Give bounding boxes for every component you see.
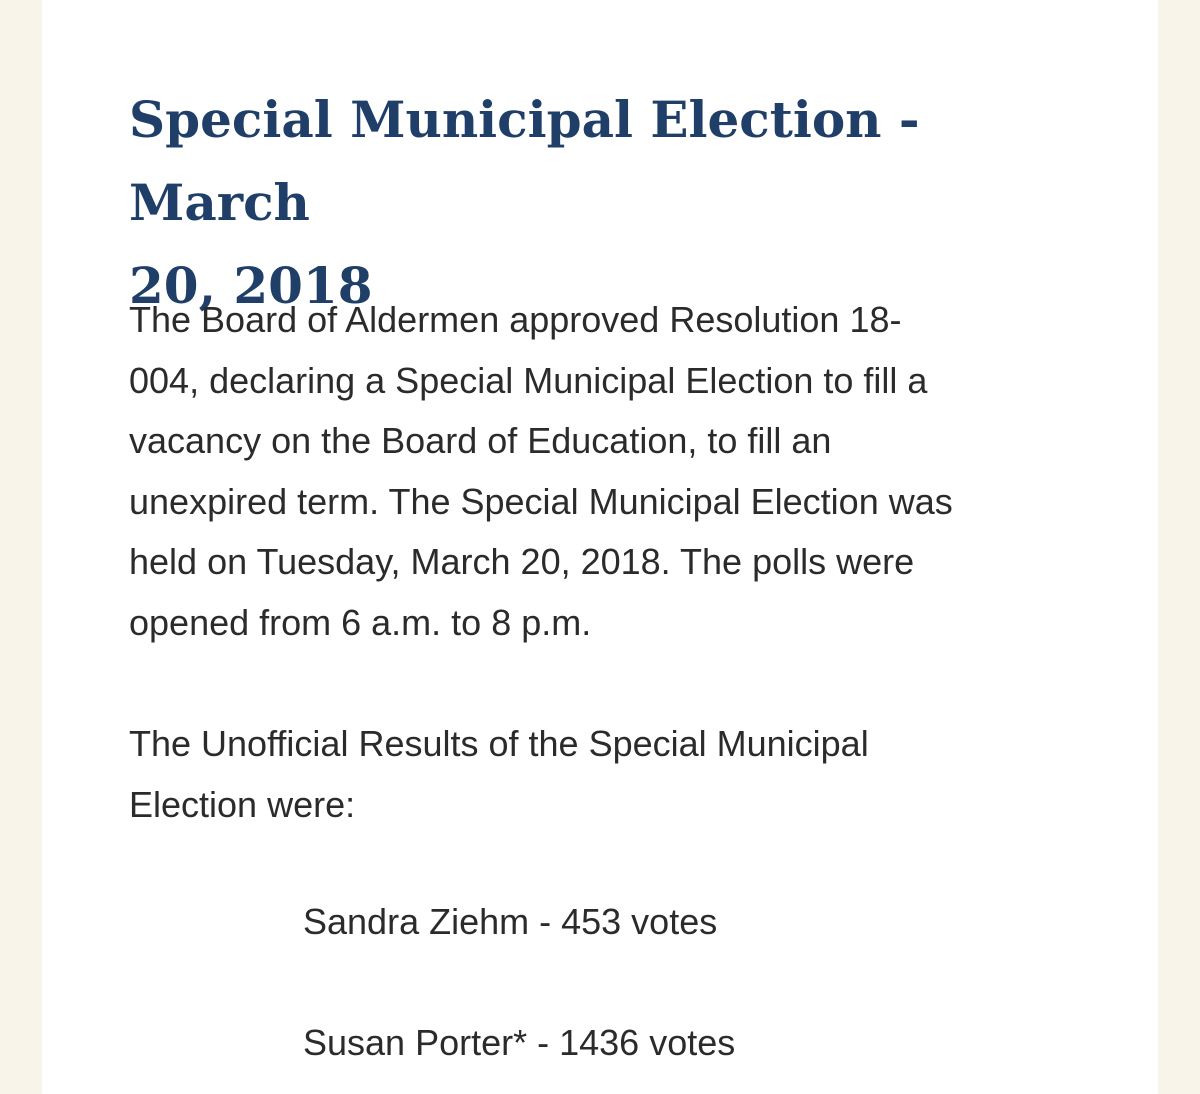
results-intro-paragraph: The Unofficial Results of the Special Mu… <box>129 723 869 825</box>
result-item: Sandra Ziehm - 453 votes <box>303 901 718 942</box>
intro-paragraph: The Board of Aldermen approved Resolutio… <box>129 299 953 643</box>
result-item: Susan Porter* - 1436 votes <box>303 1022 736 1063</box>
content-panel: Special Municipal Election - March 20, 2… <box>42 0 1158 1094</box>
